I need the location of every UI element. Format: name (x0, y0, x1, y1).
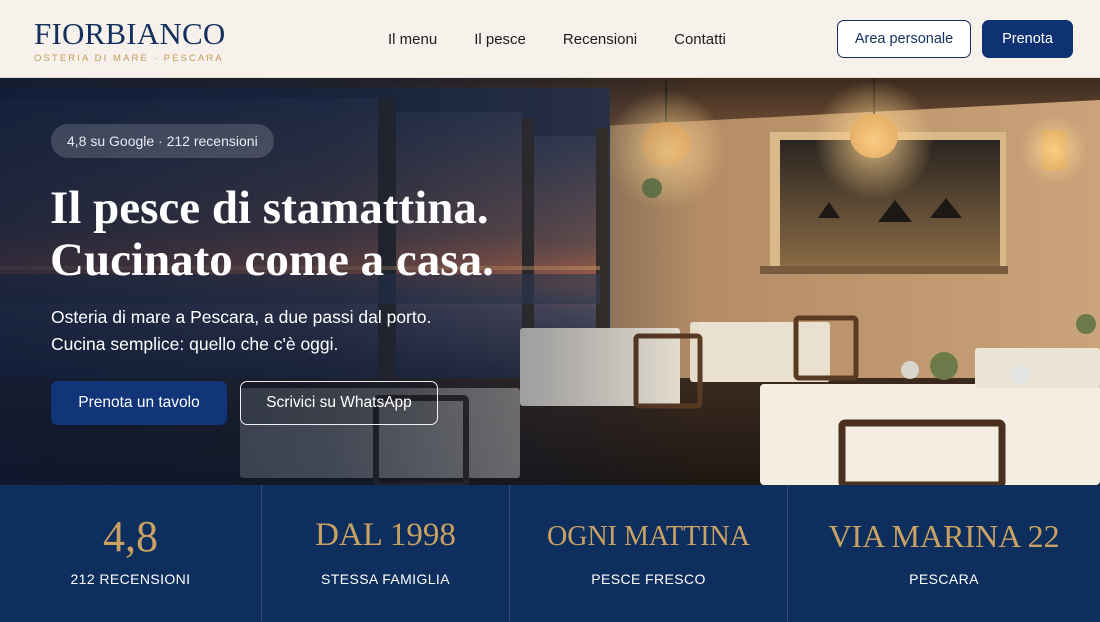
stat-since: DAL 1998 STESSA FAMIGLIA (262, 485, 510, 622)
main-nav: Il menu Il pesce Recensioni Contatti (388, 0, 763, 78)
hero-title-line-2: Cucinato come a casa. (50, 234, 494, 286)
nav-link-menu[interactable]: Il menu (388, 31, 437, 48)
stat-fresh: OGNI MATTINA PESCE FRESCO (510, 485, 788, 622)
hero-section: 4,8 su Google · 212 recensioni Il pesce … (0, 78, 1100, 485)
nav-link-recensioni[interactable]: Recensioni (563, 31, 637, 48)
whatsapp-button[interactable]: Scrivici su WhatsApp (240, 381, 438, 425)
hero-subtitle: Osteria di mare a Pescara, a due passi d… (51, 304, 511, 358)
book-button[interactable]: Prenota (982, 20, 1073, 58)
stat-label: PESCARA (909, 571, 979, 587)
book-table-button[interactable]: Prenota un tavolo (51, 381, 227, 425)
brand-name: FIORBIANCO (34, 16, 226, 51)
brand-tagline: OSTERIA DI MARE · PESCARA (34, 53, 224, 64)
hero-subtitle-line-1: Osteria di mare a Pescara, a due passi d… (51, 307, 432, 327)
hero-subtitle-line-2: Cucina semplice: quello che c'è oggi. (51, 334, 339, 354)
stats-bar: 4,8 212 RECENSIONI DAL 1998 STESSA FAMIG… (0, 485, 1100, 622)
stat-label: STESSA FAMIGLIA (321, 571, 450, 587)
personal-area-button[interactable]: Area personale (837, 20, 971, 58)
stat-label: PESCE FRESCO (591, 571, 706, 587)
stat-label: 212 RECENSIONI (70, 571, 191, 587)
hero-title: Il pesce di stamattina. Cucinato come a … (50, 182, 610, 286)
stat-value: DAL 1998 (315, 517, 456, 553)
hero-title-line-1: Il pesce di stamattina. (50, 182, 489, 234)
stat-rating: 4,8 212 RECENSIONI (0, 485, 262, 622)
google-rating-badge: 4,8 su Google · 212 recensioni (51, 124, 274, 158)
nav-link-pesce[interactable]: Il pesce (474, 31, 526, 48)
nav-link-contatti[interactable]: Contatti (674, 31, 726, 48)
site-header: FIORBIANCO OSTERIA DI MARE · PESCARA Il … (0, 0, 1100, 78)
stat-value: 4,8 (103, 512, 158, 561)
stat-address: VIA MARINA 22 PESCARA (788, 485, 1100, 622)
brand-logo[interactable]: FIORBIANCO OSTERIA DI MARE · PESCARA (34, 18, 225, 64)
stat-value: OGNI MATTINA (547, 521, 750, 552)
stat-value: VIA MARINA 22 (828, 518, 1060, 554)
